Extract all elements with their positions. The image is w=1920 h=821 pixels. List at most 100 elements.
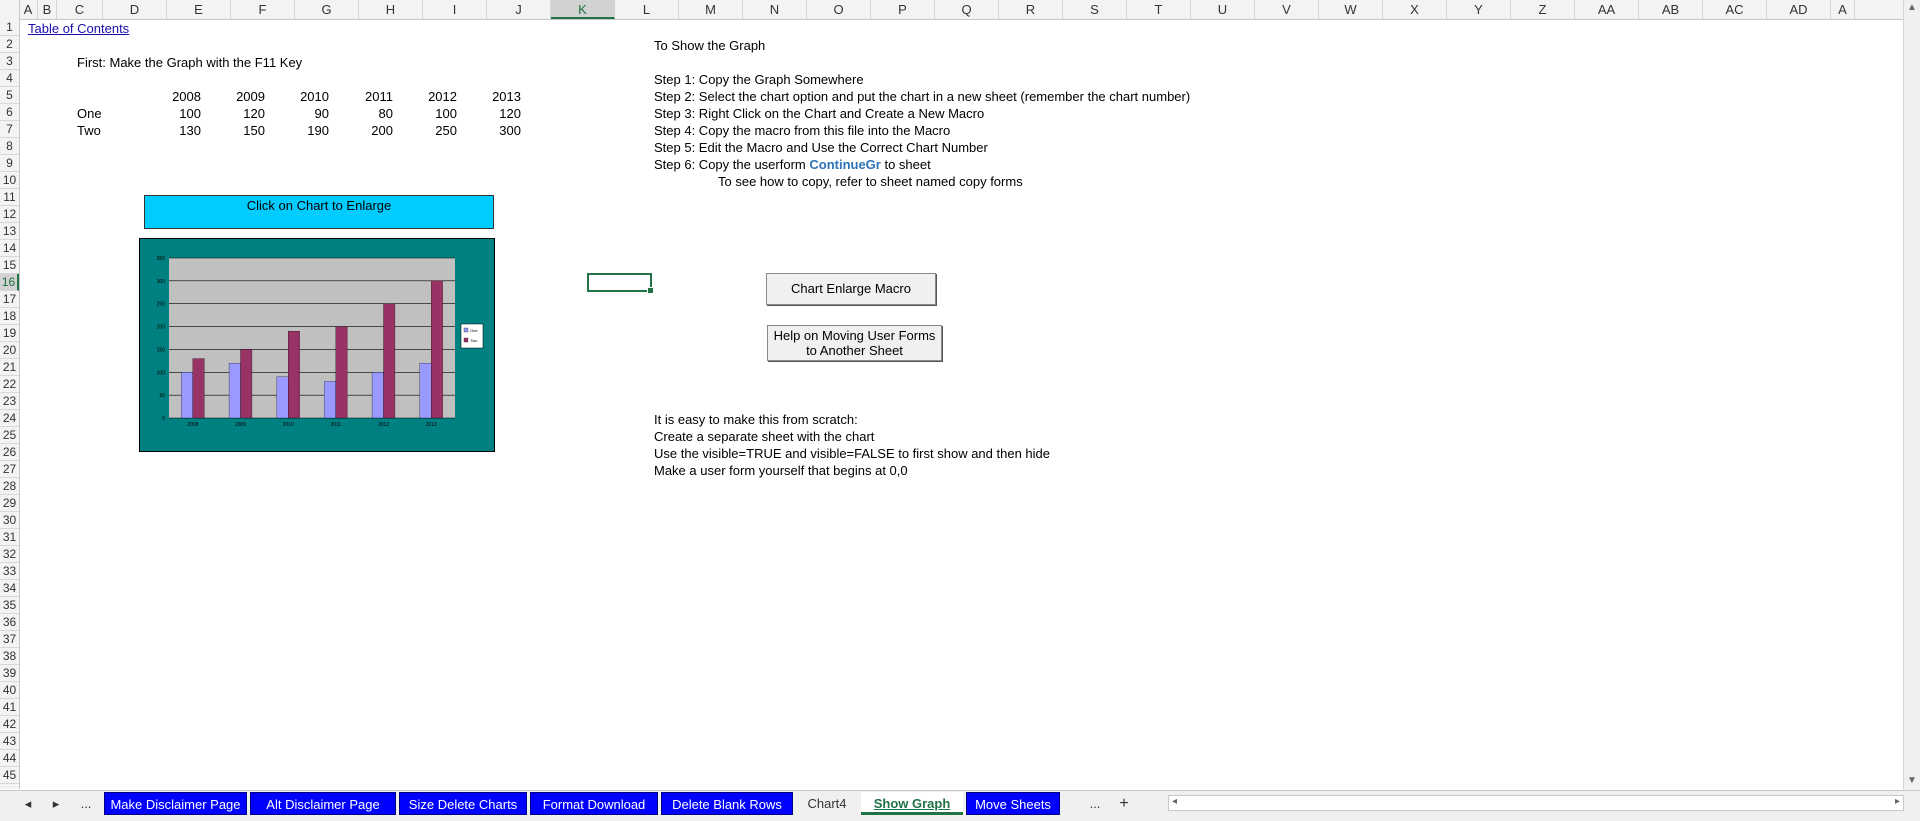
row-header-12[interactable]: 12: [0, 206, 19, 223]
row-header-1[interactable]: 1: [0, 19, 19, 36]
scroll-left-icon[interactable]: ◂: [1172, 796, 1177, 807]
column-header-B[interactable]: B: [38, 0, 57, 19]
chart-enlarge-macro-button[interactable]: Chart Enlarge Macro: [766, 273, 936, 305]
row-header-11[interactable]: 11: [0, 189, 19, 206]
column-header-I[interactable]: I: [423, 0, 487, 19]
column-header-Z[interactable]: Z: [1511, 0, 1575, 19]
column-header-H[interactable]: H: [359, 0, 423, 19]
fill-handle[interactable]: [647, 287, 654, 294]
row-header-22[interactable]: 22: [0, 376, 19, 393]
scroll-right-icon[interactable]: ▸: [1895, 796, 1900, 807]
add-sheet-icon[interactable]: +: [1114, 792, 1134, 815]
column-header-D[interactable]: D: [103, 0, 167, 19]
row-header-44[interactable]: 44: [0, 750, 19, 767]
column-header-O[interactable]: O: [807, 0, 871, 19]
row-header-29[interactable]: 29: [0, 495, 19, 512]
row-header-45[interactable]: 45: [0, 767, 19, 784]
column-header-U[interactable]: U: [1191, 0, 1255, 19]
sheet-tab[interactable]: Chart4: [796, 792, 858, 815]
column-header-X[interactable]: X: [1383, 0, 1447, 19]
column-header-R[interactable]: R: [999, 0, 1063, 19]
toc-link[interactable]: Table of Contents: [28, 21, 129, 36]
row-header-28[interactable]: 28: [0, 478, 19, 495]
column-header-G[interactable]: G: [295, 0, 359, 19]
row-header-38[interactable]: 38: [0, 648, 19, 665]
row-header-34[interactable]: 34: [0, 580, 19, 597]
row-header-27[interactable]: 27: [0, 461, 19, 478]
row-header-40[interactable]: 40: [0, 682, 19, 699]
row-header-9[interactable]: 9: [0, 155, 19, 172]
more-sheets-right[interactable]: ...: [1085, 792, 1105, 815]
column-header-S[interactable]: S: [1063, 0, 1127, 19]
enlarge-chart-button[interactable]: Click on Chart to Enlarge: [144, 195, 494, 229]
column-header-C[interactable]: C: [57, 0, 103, 19]
row-header-6[interactable]: 6: [0, 104, 19, 121]
column-header-Q[interactable]: Q: [935, 0, 999, 19]
row-header-42[interactable]: 42: [0, 716, 19, 733]
column-header-E[interactable]: E: [167, 0, 231, 19]
column-header-F[interactable]: F: [231, 0, 295, 19]
row-header-35[interactable]: 35: [0, 597, 19, 614]
row-header-30[interactable]: 30: [0, 512, 19, 529]
column-header-P[interactable]: P: [871, 0, 935, 19]
help-user-forms-button[interactable]: Help on Moving User Forms to Another She…: [767, 325, 942, 361]
row-header-39[interactable]: 39: [0, 665, 19, 682]
sheet-tab[interactable]: Size Delete Charts: [399, 792, 527, 815]
row-header-24[interactable]: 24: [0, 410, 19, 427]
scroll-up-icon[interactable]: ▲: [1906, 2, 1918, 14]
active-cell[interactable]: [587, 273, 654, 294]
row-header-4[interactable]: 4: [0, 70, 19, 87]
column-header-AD[interactable]: AD: [1767, 0, 1831, 19]
row-header-16[interactable]: 16: [0, 274, 19, 291]
row-header-2[interactable]: 2: [0, 36, 19, 53]
row-header-5[interactable]: 5: [0, 87, 19, 104]
row-header-26[interactable]: 26: [0, 444, 19, 461]
row-header-8[interactable]: 8: [0, 138, 19, 155]
row-header-31[interactable]: 31: [0, 529, 19, 546]
column-header-K[interactable]: K: [551, 0, 615, 19]
sheet-tab[interactable]: Delete Blank Rows: [661, 792, 793, 815]
row-header-10[interactable]: 10: [0, 172, 19, 189]
row-header-33[interactable]: 33: [0, 563, 19, 580]
row-header-7[interactable]: 7: [0, 121, 19, 138]
row-header-23[interactable]: 23: [0, 393, 19, 410]
column-header-AA[interactable]: AA: [1575, 0, 1639, 19]
more-sheets-left[interactable]: ...: [76, 792, 96, 815]
row-header-14[interactable]: 14: [0, 240, 19, 257]
row-header-13[interactable]: 13: [0, 223, 19, 240]
bar-chart[interactable]: 0 50 100 150 200 250 300 350 2008 2009 2010 2011 201…: [139, 238, 495, 452]
row-header-25[interactable]: 25: [0, 427, 19, 444]
sheet-tab[interactable]: Move Sheets: [966, 792, 1060, 815]
column-header-L[interactable]: L: [615, 0, 679, 19]
sheet-tab[interactable]: Format Download: [530, 792, 658, 815]
column-header-N[interactable]: N: [743, 0, 807, 19]
prev-sheet-icon[interactable]: ◂: [20, 792, 36, 815]
column-header-M[interactable]: M: [679, 0, 743, 19]
column-header-T[interactable]: T: [1127, 0, 1191, 19]
select-all-corner[interactable]: [0, 0, 20, 19]
row-header-18[interactable]: 18: [0, 308, 19, 325]
row-header-36[interactable]: 36: [0, 614, 19, 631]
column-header-AB[interactable]: AB: [1639, 0, 1703, 19]
sheet-tab[interactable]: Make Disclaimer Page: [104, 792, 247, 815]
row-header-19[interactable]: 19: [0, 325, 19, 342]
row-header-21[interactable]: 21: [0, 359, 19, 376]
scroll-down-icon[interactable]: ▼: [1906, 775, 1918, 787]
column-header-V[interactable]: V: [1255, 0, 1319, 19]
sheet-tab[interactable]: Show Graph: [861, 792, 963, 815]
sheet-tab[interactable]: Alt Disclaimer Page: [250, 792, 396, 815]
row-header-43[interactable]: 43: [0, 733, 19, 750]
next-sheet-icon[interactable]: ▸: [48, 792, 64, 815]
row-header-17[interactable]: 17: [0, 291, 19, 308]
column-header-J[interactable]: J: [487, 0, 551, 19]
column-header-A[interactable]: A: [19, 0, 38, 19]
row-header-15[interactable]: 15: [0, 257, 19, 274]
column-header-Y[interactable]: Y: [1447, 0, 1511, 19]
column-header-AC[interactable]: AC: [1703, 0, 1767, 19]
row-header-32[interactable]: 32: [0, 546, 19, 563]
column-header-A[interactable]: A: [1831, 0, 1855, 19]
row-header-37[interactable]: 37: [0, 631, 19, 648]
row-header-41[interactable]: 41: [0, 699, 19, 716]
row-header-3[interactable]: 3: [0, 53, 19, 70]
row-header-20[interactable]: 20: [0, 342, 19, 359]
